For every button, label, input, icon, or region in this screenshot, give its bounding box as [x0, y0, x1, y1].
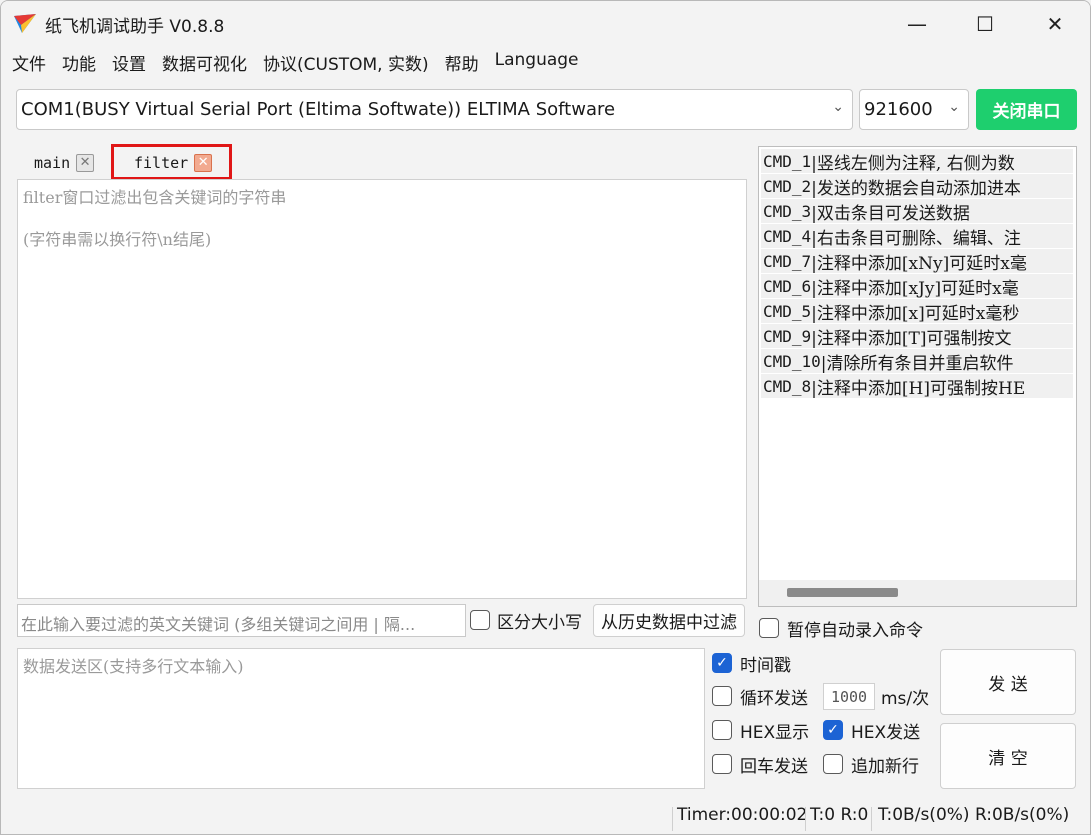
- menu-bar: 文件 功能 设置 数据可视化 协议(CUSTOM, 实数) 帮助 Languag…: [1, 47, 584, 77]
- loop-send-label: 循环发送: [740, 689, 808, 709]
- hex-display-label: HEX显示: [740, 723, 810, 743]
- list-item[interactable]: CMD_3 |双击条目可发送数据: [761, 199, 1073, 223]
- port-select-value: COM1(BUSY Virtual Serial Port (Eltima So…: [21, 99, 616, 120]
- menu-settings[interactable]: 设置: [112, 47, 146, 77]
- list-item[interactable]: CMD_5 |注释中添加[x]可延时x毫秒: [761, 299, 1073, 323]
- loop-send-checkbox[interactable]: [712, 686, 732, 706]
- window-title: 纸飞机调试助手 V0.8.8: [45, 17, 225, 37]
- close-icon: ✕: [1046, 12, 1064, 36]
- list-item[interactable]: CMD_8 |注释中添加[H]可强制按HE: [761, 374, 1073, 398]
- status-rate: T:0B/s(0%) R:0B/s(0%): [878, 805, 1070, 825]
- list-item[interactable]: CMD_1 |竖线左侧为注释, 右侧为数: [761, 149, 1073, 173]
- list-item[interactable]: CMD_6 |注释中添加[xJy]可延时x毫: [761, 274, 1073, 298]
- send-button[interactable]: 发 送: [940, 649, 1076, 715]
- filter-output-area[interactable]: filter窗口过滤出包含关键词的字符串 (字符串需以换行符\n结尾): [17, 179, 747, 599]
- menu-language[interactable]: Language: [495, 47, 579, 77]
- list-item[interactable]: CMD_9 |注释中添加[T]可强制按文: [761, 324, 1073, 348]
- hex-display-checkbox[interactable]: [712, 720, 732, 740]
- menu-help[interactable]: 帮助: [445, 47, 479, 77]
- baud-select-value: 921600: [864, 99, 933, 120]
- timestamp-checkbox[interactable]: ✓: [712, 653, 732, 673]
- keyword-input[interactable]: 在此输入要过滤的英文关键词 (多组关键词之间用 | 隔...: [17, 604, 466, 637]
- paper-plane-icon: [14, 14, 36, 33]
- horizontal-scrollbar[interactable]: [759, 580, 1076, 606]
- app-window: 纸飞机调试助手 V0.8.8 — ☐ ✕ 文件 功能 设置 数据可视化 协议(C…: [0, 0, 1091, 835]
- enter-send-checkbox[interactable]: [712, 754, 732, 774]
- clear-button[interactable]: 清 空: [940, 723, 1076, 789]
- check-icon: ✓: [827, 722, 839, 738]
- list-item[interactable]: CMD_2 |发送的数据会自动添加进本: [761, 174, 1073, 198]
- maximize-button[interactable]: ☐: [951, 1, 1019, 47]
- keyword-input-placeholder: 在此输入要过滤的英文关键词 (多组关键词之间用 | 隔...: [21, 615, 416, 634]
- list-item[interactable]: CMD_4 |右击条目可删除、编辑、注: [761, 224, 1073, 248]
- status-divider: [805, 807, 806, 831]
- append-newline-label: 追加新行: [851, 757, 919, 777]
- loop-interval-input[interactable]: 1000: [823, 683, 875, 710]
- menu-visualization[interactable]: 数据可视化: [162, 47, 247, 77]
- list-item[interactable]: CMD_7 |注释中添加[xNy]可延时x毫: [761, 249, 1073, 273]
- menu-function[interactable]: 功能: [62, 47, 96, 77]
- menu-file[interactable]: 文件: [12, 47, 46, 77]
- filter-history-button[interactable]: 从历史数据中过滤: [593, 604, 745, 637]
- command-list[interactable]: CMD_1 |竖线左侧为注释, 右侧为数 CMD_2 |发送的数据会自动添加进本…: [758, 146, 1077, 607]
- port-select[interactable]: COM1(BUSY Virtual Serial Port (Eltima So…: [16, 89, 853, 130]
- filter-hint-line1: filter窗口过滤出包含关键词的字符串: [23, 188, 287, 207]
- status-timer: Timer:00:00:02: [677, 805, 808, 825]
- send-data-area[interactable]: 数据发送区(支持多行文本输入): [17, 648, 705, 789]
- tab-main-label: main: [34, 154, 71, 172]
- pause-record-label: 暂停自动录入命令: [787, 621, 923, 641]
- chevron-down-icon: ⌄: [948, 99, 960, 115]
- menu-protocol[interactable]: 协议(CUSTOM, 实数): [263, 47, 429, 77]
- close-window-button[interactable]: ✕: [1021, 1, 1089, 47]
- baud-select[interactable]: 921600 ⌄: [859, 89, 969, 130]
- enter-send-label: 回车发送: [740, 757, 808, 777]
- loop-unit-label: ms/次: [881, 689, 930, 709]
- timestamp-label: 时间戳: [740, 656, 791, 676]
- status-divider: [672, 807, 673, 831]
- append-newline-checkbox[interactable]: [823, 754, 843, 774]
- chevron-down-icon: ⌄: [832, 99, 844, 115]
- pause-record-checkbox[interactable]: [759, 618, 779, 638]
- list-item[interactable]: CMD_10 |清除所有条目并重启软件: [761, 349, 1073, 373]
- tab-main[interactable]: main ✕: [34, 147, 95, 179]
- title-bar: 纸飞机调试助手 V0.8.8 — ☐ ✕: [1, 1, 1090, 47]
- highlight-box: [111, 144, 232, 180]
- hex-send-checkbox[interactable]: ✓: [823, 720, 843, 740]
- maximize-icon: ☐: [976, 12, 994, 36]
- check-icon: ✓: [716, 655, 728, 671]
- close-port-button[interactable]: 关闭串口: [976, 89, 1077, 130]
- status-tx-rx: T:0 R:0: [810, 805, 869, 825]
- filter-hint-line2: (字符串需以换行符\n结尾): [23, 230, 212, 249]
- send-area-placeholder: 数据发送区(支持多行文本输入): [23, 657, 244, 676]
- minimize-button[interactable]: —: [883, 1, 951, 47]
- close-icon[interactable]: ✕: [76, 154, 95, 172]
- case-sensitive-label: 区分大小写: [497, 613, 582, 633]
- scrollbar-thumb[interactable]: [787, 588, 898, 597]
- minimize-icon: —: [907, 12, 927, 36]
- hex-send-label: HEX发送: [851, 723, 921, 743]
- case-sensitive-checkbox[interactable]: [470, 610, 490, 630]
- status-divider: [871, 807, 872, 831]
